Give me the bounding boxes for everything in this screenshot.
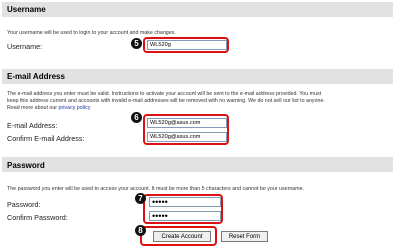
reset-form-button[interactable]: Reset Form [221,231,268,242]
step-6-badge: 6 [131,112,142,123]
email-section-title: E-mail Address [7,72,65,81]
password-section-header [2,157,393,172]
email-description-prefix: Read more about our [7,105,58,111]
password-input[interactable]: ••••• [149,197,221,207]
privacy-policy-link[interactable]: privacy policy [59,105,91,111]
username-label: Username: [7,42,43,51]
username-section-title: Username [7,5,46,14]
email-description-line-1: The e-mail address you enter must be val… [7,91,322,97]
username-description: Your username will be used to login to y… [7,30,176,36]
step-8-badge: 8 [135,225,146,236]
email-description-line-2: keep this address current and accounts w… [7,98,325,104]
email-label: E-mail Address: [7,121,58,130]
step-5-badge: 5 [131,38,142,49]
confirm-email-label: Confirm E-mail Address: [7,134,85,143]
confirm-email-input[interactable]: WL520g@asus.com [147,132,227,142]
username-section-header [2,2,393,17]
confirm-password-label: Confirm Password: [7,213,68,222]
password-label: Password: [7,200,41,209]
username-input[interactable]: WL520g [147,40,227,50]
confirm-password-input[interactable]: ••••• [149,211,221,221]
email-input[interactable]: WL520g@asus.com [147,118,227,128]
create-account-button[interactable]: Create Account [153,231,211,242]
password-section-title: Password [7,161,45,170]
email-description-line-3: Read more about our privacy policy [7,105,90,112]
password-description: The password you enter will be used to a… [7,186,305,192]
step-7-badge: 7 [135,193,146,204]
